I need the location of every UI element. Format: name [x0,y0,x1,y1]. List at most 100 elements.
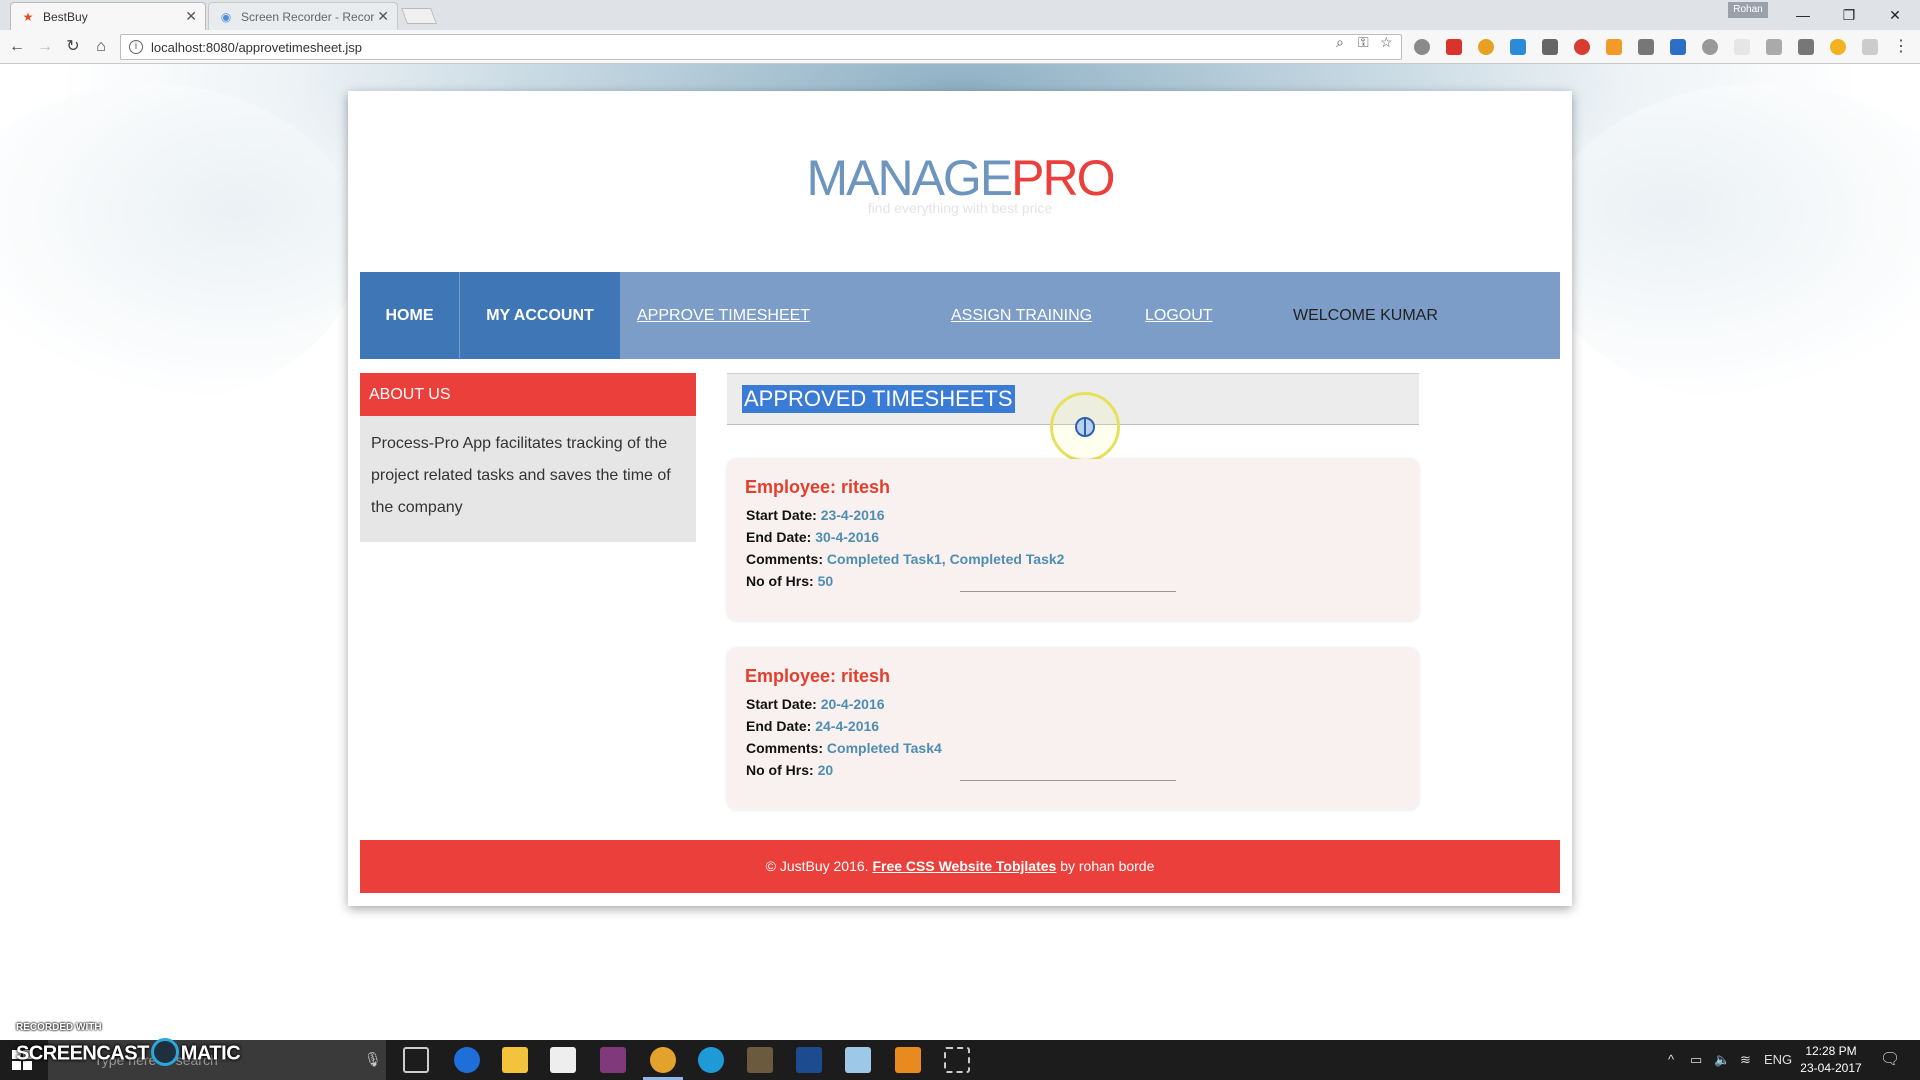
extension-icon[interactable] [1510,39,1526,55]
task-view-icon[interactable] [403,1047,429,1073]
back-icon[interactable]: ← [6,36,28,58]
extension-icon[interactable] [1670,39,1686,55]
wifi-icon[interactable]: ≋ [1740,1040,1751,1080]
page-viewport: MANAGEPRO find everything with best pric… [0,64,1920,1040]
edge-icon[interactable] [454,1047,480,1073]
main-nav: HOME MY ACCOUNT APPROVE TIMESHEET ASSIGN… [360,272,1560,359]
logo-part-1: MANAGE [806,150,1013,206]
site-logo[interactable]: MANAGEPRO [348,149,1572,207]
timesheet-card: Employee: ritesh Start Date: 20-4-2016 E… [727,648,1419,810]
extension-icon[interactable] [1798,39,1814,55]
star-icon[interactable]: ☆ [1380,34,1393,51]
zoom-icon[interactable]: ⌕ [1336,34,1344,51]
record-dot-icon [150,1038,179,1066]
about-panel: ABOUT US Process-Pro App facilitates tra… [360,373,696,542]
hours-label: No of Hrs: [746,762,814,778]
clock-time: 12:28 PM [1805,1044,1857,1058]
tray-chevron-icon[interactable]: ^ [1668,1040,1674,1080]
close-icon[interactable]: ✕ [185,8,197,25]
comments-value: Completed Task4 [826,740,942,756]
end-date-row: End Date: 24-4-2016 [746,718,879,734]
hours-value: 20 [817,762,834,778]
language-indicator[interactable]: ENG [1764,1040,1792,1080]
close-icon[interactable]: ✕ [377,8,389,25]
star-favicon-icon: ★ [22,9,34,24]
network-icon[interactable]: ▭ [1690,1040,1702,1080]
skype-icon[interactable] [698,1047,724,1073]
clock[interactable]: 12:28 PM 23-04-2017 [1796,1043,1866,1077]
nav-approve-timesheet[interactable]: APPROVE TIMESHEET [637,272,810,359]
text-cursor-icon [1084,419,1086,435]
hours-label: No of Hrs: [746,573,814,589]
extension-icon[interactable] [1830,39,1846,55]
extension-icon[interactable] [1478,39,1494,55]
tab-title: Screen Recorder - Recor [241,9,375,24]
new-tab-button[interactable] [401,8,437,24]
watermark-brand-left: SCREENCAST [16,1042,149,1065]
clock-date: 23-04-2017 [1800,1061,1862,1075]
start-date-row: Start Date: 23-4-2016 [746,507,885,523]
section-title: APPROVED TIMESHEETS [742,385,1015,413]
end-date-row: End Date: 30-4-2016 [746,529,879,545]
extension-icon[interactable] [1414,39,1430,55]
extension-icon[interactable] [1702,39,1718,55]
tagline: find everything with best price [867,200,1053,216]
key-icon[interactable]: ⚿ [1358,34,1369,51]
taskbar: Type here to search 🎙 ^ ▭ 🔈 ≋ ENG 12:28 … [0,1040,1920,1080]
restore-icon[interactable]: ❐ [1826,2,1872,28]
home-icon[interactable]: ⌂ [90,36,112,58]
employee-name: Employee: ritesh [745,477,891,497]
nav-home[interactable]: HOME [360,272,459,359]
profile-badge[interactable]: Rohan [1728,2,1768,18]
extension-icon[interactable] [1734,39,1750,55]
info-icon[interactable]: i [129,40,143,54]
forward-icon[interactable]: → [34,36,56,58]
start-date-label: Start Date: [746,507,817,523]
store-icon[interactable] [550,1047,576,1073]
hours-row: No of Hrs: 20 [746,762,833,778]
file-explorer-icon[interactable] [502,1047,528,1073]
app-icon[interactable] [895,1047,921,1073]
employee-name: Employee: ritesh [745,666,891,686]
app-icon[interactable] [747,1047,773,1073]
url-text: localhost:8080/approvetimesheet.jsp [151,39,363,55]
nav-assign-training[interactable]: ASSIGN TRAINING [951,272,1092,359]
microphone-icon[interactable]: 🎙 [364,1051,382,1068]
visual-studio-code-icon[interactable] [796,1047,822,1073]
footer-link[interactable]: Free CSS Website Tobjlates [872,858,1056,874]
extension-icon[interactable] [1574,39,1590,55]
url-input[interactable]: i localhost:8080/approvetimesheet.jsp [120,34,1402,60]
volume-icon[interactable]: 🔈 [1714,1040,1730,1080]
minimize-icon[interactable]: — [1780,2,1826,28]
extension-icon[interactable] [1638,39,1654,55]
hours-row: No of Hrs: 50 [746,573,833,589]
app-icon[interactable] [845,1047,871,1073]
nav-my-account[interactable]: MY ACCOUNT [460,272,620,359]
nav-logout[interactable]: LOGOUT [1145,272,1213,359]
timesheet-card: Employee: ritesh Start Date: 23-4-2016 E… [727,459,1419,621]
about-title: ABOUT US [360,373,696,416]
notification-icon[interactable]: 🗨 [1880,1040,1900,1080]
cast-icon[interactable] [1542,39,1558,55]
reload-icon[interactable]: ↻ [62,36,84,58]
window-close-icon[interactable]: ✕ [1872,2,1918,28]
tab-bestbuy[interactable]: ★ BestBuy ✕ [10,2,206,30]
comments-label: Comments: [746,551,824,567]
tab-screen-recorder[interactable]: ◉ Screen Recorder - Recor ✕ [208,2,398,30]
recorder-favicon-icon: ◉ [220,9,232,24]
menu-icon[interactable]: ⋮ [1890,36,1912,58]
chrome-icon[interactable] [650,1047,676,1073]
main-container: MANAGEPRO find everything with best pric… [348,91,1572,906]
extension-icon[interactable] [1606,39,1622,55]
divider [960,591,1176,592]
extension-icon[interactable] [1766,39,1782,55]
snipping-tool-icon[interactable] [944,1047,970,1073]
address-bar-row: ← → ↻ ⌂ i localhost:8080/approvetimeshee… [0,30,1920,64]
extension-icon[interactable] [1446,39,1462,55]
about-text: Process-Pro App facilitates tracking of … [371,435,671,516]
tab-title: BestBuy [43,9,88,24]
end-date-label: End Date: [746,529,812,545]
extension-icon[interactable] [1862,39,1878,55]
onenote-icon[interactable] [600,1047,626,1073]
recorder-watermark-label: RECORDED WITH [16,1022,102,1033]
